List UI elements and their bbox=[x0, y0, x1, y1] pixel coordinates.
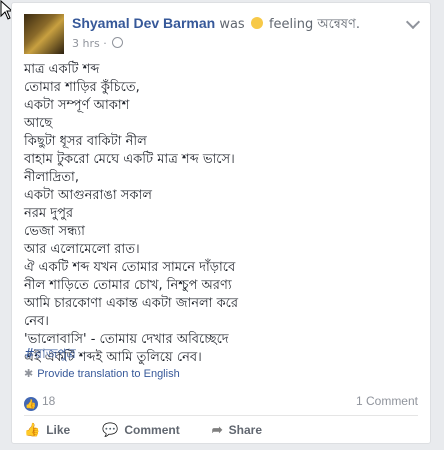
comment-count-link[interactable]: 1 Comment bbox=[356, 394, 418, 408]
comment-bubble-icon: 💬 bbox=[102, 422, 119, 437]
post-line: ঐ একটি শব্দ যখন তোমার সামনে দাঁড়াবে bbox=[24, 260, 236, 275]
comment-button[interactable]: 💬 Comment bbox=[102, 422, 180, 438]
post-line: মাত্র একটি শব্দ bbox=[24, 62, 100, 77]
author-name[interactable]: Shyamal Dev Barman bbox=[72, 15, 215, 31]
reaction-summary[interactable]: 👍 18 bbox=[24, 394, 55, 411]
post-line: কিছুটা ধূসর বাকিটা নীল bbox=[24, 134, 147, 149]
share-label: Share bbox=[228, 423, 262, 437]
post-line: একটা সম্পূর্ণ আকাশ bbox=[24, 98, 130, 113]
post-card: Shyamal Dev Barman was feeling অন্বেষণ. … bbox=[11, 2, 431, 444]
post-text: মাত্র একটি শব্দ তোমার শাড়ির কুঁচিতে, এক… bbox=[24, 61, 418, 367]
chevron-down-icon[interactable] bbox=[405, 14, 421, 30]
post-line: বাহাম টুকরো মেঘে একটি মাত্র শব্দ ভাসে। bbox=[24, 152, 235, 167]
like-count: 18 bbox=[42, 394, 56, 408]
comment-label: Comment bbox=[124, 423, 180, 437]
avatar[interactable] bbox=[24, 14, 64, 54]
timestamp[interactable]: 3 hrs · bbox=[72, 37, 107, 50]
post-line: আছে bbox=[24, 116, 53, 131]
share-arrow-icon: ➦ bbox=[211, 422, 223, 437]
post-line: তোমার শাড়ির কুঁচিতে, bbox=[24, 80, 140, 95]
post-line: নীলাদ্রিতা, bbox=[24, 170, 79, 185]
hashtag-link[interactable]: #রাজপুত্র bbox=[24, 345, 76, 366]
post-line: নেব। bbox=[24, 314, 49, 329]
thumbs-up-icon: 👍 bbox=[24, 422, 41, 437]
was-text: was bbox=[219, 17, 245, 32]
post-line: নীল শাড়িতে তোমার চোখ, নিশ্চুপ অরণ্য bbox=[24, 278, 232, 293]
post-line: ভেজা সন্ধ্যা bbox=[24, 224, 85, 239]
post-line: আমি চারকোণা একান্ত একটা জানলা করে bbox=[24, 296, 239, 311]
action-bar: 👍 Like 💬 Comment ➦ Share bbox=[24, 415, 418, 444]
like-label: Like bbox=[46, 423, 71, 437]
share-button[interactable]: ➦ Share bbox=[212, 422, 262, 438]
translate-label: Provide translation to English bbox=[37, 368, 180, 380]
like-reaction-icon: 👍 bbox=[24, 397, 38, 411]
feeling-emoji-icon bbox=[250, 17, 263, 29]
post-line: এই একটি শব্দই আমি তুলিয়ে নেব। bbox=[24, 350, 202, 365]
globe-icon[interactable] bbox=[112, 37, 124, 48]
like-button[interactable]: 👍 Like bbox=[24, 422, 70, 438]
post-line: নরম দুপুর bbox=[24, 206, 74, 221]
post-line: আর এলোমেলো রাত। bbox=[24, 242, 140, 257]
post-line: একটা আগুনরাঙা সকাল bbox=[24, 188, 152, 203]
feeling-text[interactable]: feeling অন্বেষণ. bbox=[269, 17, 360, 32]
post-header: Shyamal Dev Barman was feeling অন্বেষণ. bbox=[72, 15, 390, 36]
post-meta: 3 hrs · bbox=[72, 37, 124, 50]
post-line: 'ভালোবাসি' - তোমায় দেখার অবিচ্ছেদে bbox=[24, 332, 229, 347]
gear-icon: ✱ bbox=[24, 368, 34, 380]
translate-link[interactable]: ✱ Provide translation to English bbox=[24, 367, 180, 380]
